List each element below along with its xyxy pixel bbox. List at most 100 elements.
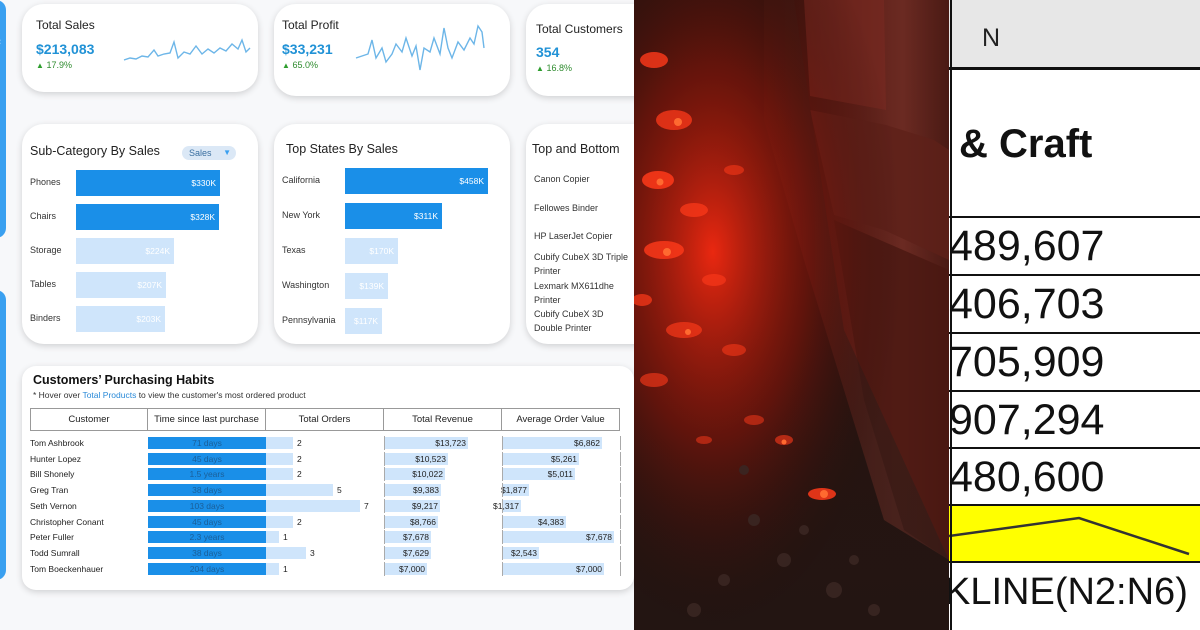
kpi-card-sales[interactable]: Total Sales $213,083 ▲ 17.9% — [22, 4, 258, 92]
bar-row[interactable]: California $458K — [274, 168, 510, 194]
category-cell[interactable]: & Craft — [949, 70, 1200, 218]
value-cell[interactable]: 489,607 — [949, 218, 1200, 276]
sparkline-chart — [949, 516, 1190, 556]
column-divider — [502, 467, 503, 482]
table-row[interactable]: Tom Boeckenhauer 204 days 1 $7,000 $7,000 — [22, 561, 634, 577]
formula-cell[interactable]: KLINE(N2:N6) — [949, 563, 1200, 630]
bar-row[interactable]: New York $311K — [274, 203, 510, 229]
table-row[interactable]: Tom Ashbrook 71 days 2 $13,723 $6,862 — [22, 435, 634, 451]
table-row[interactable]: Hunter Lopez 45 days 2 $10,523 $5,261 — [22, 451, 634, 467]
table-row[interactable]: Greg Tran 38 days 5 $9,383 $1,877 — [22, 482, 634, 498]
states-card: Top States By Sales California $458K New Y… — [274, 124, 510, 344]
table-row[interactable]: Todd Sumrall 38 days 3 $7,629 $2,543 — [22, 545, 634, 561]
orders-value: 1 — [283, 563, 288, 574]
time-value: 38 days — [192, 485, 222, 496]
total-products-link[interactable]: Total Products — [82, 390, 136, 400]
habits-subtitle: * Hover over Total Products to view the … — [33, 390, 306, 400]
bar-label: Binders — [30, 313, 61, 323]
bar-value-label: $207K — [137, 280, 162, 290]
revenue-value: $7,678 — [403, 532, 429, 543]
revenue-value: $7,000 — [399, 563, 425, 574]
customer-name: Christopher Conant — [30, 516, 104, 527]
customer-name: Peter Fuller — [30, 532, 74, 543]
kpi-card-profit[interactable]: Total Profit $33,231 ▲ 65.0% — [274, 4, 510, 96]
bar-row[interactable]: Storage $224K — [22, 238, 258, 264]
time-value: 45 days — [192, 453, 222, 464]
column-divider — [384, 483, 385, 498]
revenue-value: $13,723 — [435, 438, 466, 448]
kpi-title: Total Customers — [536, 22, 623, 36]
product-item[interactable]: Cubify CubeX 3D Double Printer — [534, 307, 634, 335]
table-row[interactable]: Peter Fuller 2.3 years 1 $7,678 $7,678 — [22, 529, 634, 545]
bar-label: Washington — [282, 280, 330, 290]
value-cell[interactable]: 406,703 — [949, 276, 1200, 334]
chevron-down-icon: ▼ — [223, 148, 231, 157]
column-divider — [502, 451, 503, 466]
sidebar-glyph: ‹ — [0, 36, 1, 46]
orders-value: 5 — [337, 485, 342, 496]
sparkline-cell[interactable] — [949, 506, 1200, 563]
column-divider — [502, 545, 503, 560]
sidebar-tab-bottom[interactable] — [0, 290, 6, 580]
col-header-customer[interactable]: Customer — [30, 408, 148, 431]
col-header-time[interactable]: Time since last purchase — [148, 408, 266, 431]
aov-value: $1,317 — [493, 500, 519, 511]
time-value: 45 days — [192, 516, 222, 527]
product-item[interactable]: Canon Copier — [534, 172, 634, 186]
column-header-row: N — [949, 0, 1200, 70]
column-divider — [384, 545, 385, 560]
cell-value: 705,909 — [949, 338, 1105, 386]
aov-value: $5,011 — [547, 469, 573, 480]
revenue-value: $10,022 — [412, 469, 443, 480]
col-header-aov[interactable]: Average Order Value — [502, 408, 620, 431]
orders-value: 2 — [297, 469, 302, 480]
product-item[interactable]: Cubify CubeX 3D Triple Printer — [534, 250, 634, 278]
table-row[interactable]: Christopher Conant 45 days 2 $8,766 $4,383 — [22, 514, 634, 530]
bar-row[interactable]: Phones $330K — [22, 170, 258, 196]
column-divider — [502, 514, 503, 529]
revenue-value: $9,217 — [412, 500, 438, 511]
sales-filter-dropdown[interactable]: Sales ▼ — [182, 146, 236, 160]
col-header-orders[interactable]: Total Orders — [266, 408, 384, 431]
bar-row[interactable]: Binders $203K — [22, 306, 258, 332]
cell-value: 480,600 — [949, 453, 1105, 501]
bar-label: Chairs — [30, 211, 57, 221]
column-divider — [620, 483, 621, 498]
subcategory-card: Sub-Category By Sales Sales ▼ Phones $330K… — [22, 124, 258, 344]
table-row[interactable]: Bill Shonely 1.5 years 2 $10,022 $5,011 — [22, 466, 634, 482]
habits-card: Customers’ Purchasing Habits * Hover ove… — [22, 366, 634, 590]
column-header-n[interactable]: N — [982, 24, 1000, 53]
bar-row[interactable]: Washington $139K — [274, 273, 510, 299]
column-divider — [620, 467, 621, 482]
col-header-revenue[interactable]: Total Revenue — [384, 408, 502, 431]
product-item[interactable]: HP LaserJet Copier — [534, 229, 634, 243]
value-cell[interactable]: 705,909 — [949, 334, 1200, 392]
bar-row[interactable]: Pennsylvania $117K — [274, 308, 510, 334]
bar-row[interactable]: Tables $207K — [22, 272, 258, 298]
orders-bar — [266, 499, 360, 512]
time-value: 204 days — [189, 563, 225, 574]
column-divider — [384, 467, 385, 482]
bar-label: New York — [282, 210, 321, 220]
revenue-value: $10,523 — [415, 453, 446, 464]
table-row[interactable]: Seth Vernon 103 days 7 $9,217 $1,317 — [22, 498, 634, 514]
value-cell[interactable]: 480,600 — [949, 449, 1200, 506]
bar-row[interactable]: Chairs $328K — [22, 204, 258, 230]
product-item[interactable]: Lexmark MX611dhe Printer — [534, 279, 634, 307]
aov-value: $5,261 — [551, 453, 577, 464]
time-value: 71 days — [192, 438, 222, 448]
bar-value-label: $139K — [359, 281, 384, 291]
product-item[interactable]: Fellowes Binder — [534, 201, 634, 215]
value-cell[interactable]: 907,294 — [949, 392, 1200, 449]
customer-name: Tom Boeckenhauer — [30, 563, 104, 574]
customer-name: Tom Ashbrook — [30, 438, 84, 448]
kpi-card-customers[interactable]: Total Customers 354 ▲ 16.8% — [526, 4, 634, 96]
orders-bar — [266, 546, 306, 559]
orders-bar — [266, 562, 279, 575]
orders-bar — [266, 484, 333, 497]
up-arrow-icon: ▲ — [536, 64, 544, 73]
cell-value: 489,607 — [949, 222, 1105, 270]
bar-row[interactable]: Texas $170K — [274, 238, 510, 264]
bar-value-label: $117K — [354, 316, 378, 326]
kpi-growth: ▲ 17.9% — [36, 60, 72, 70]
